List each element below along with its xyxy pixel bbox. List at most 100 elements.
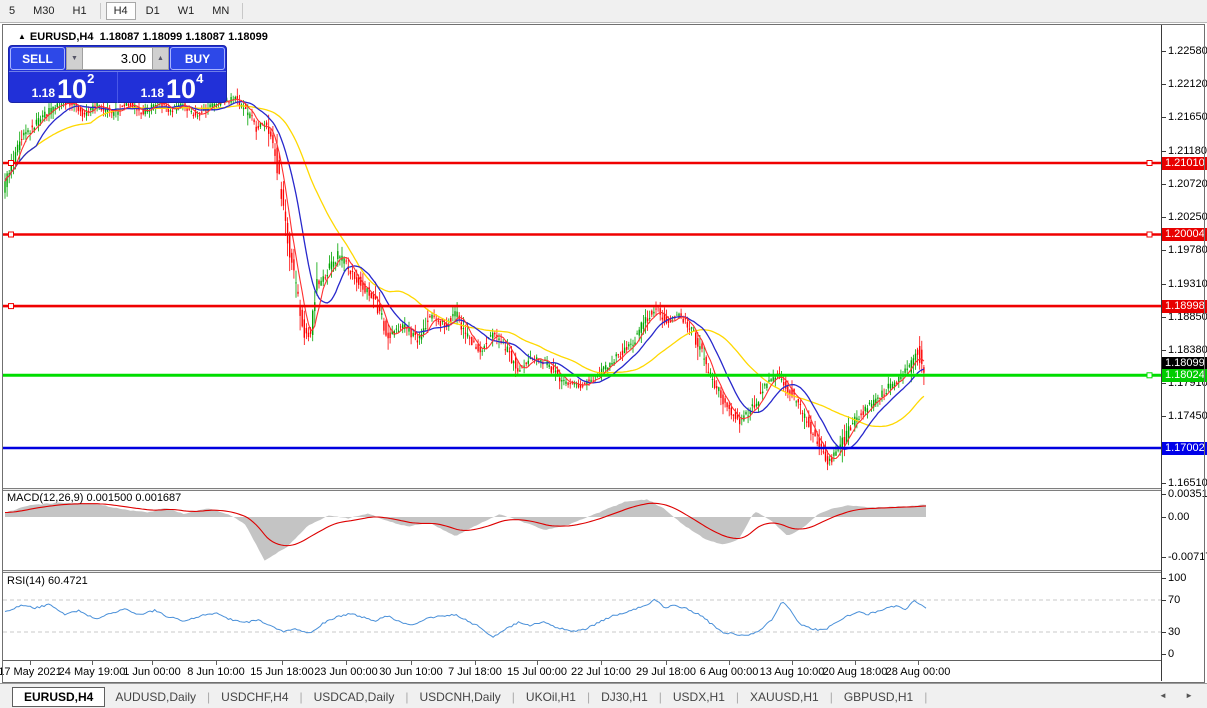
rsi-axis-tick <box>1162 600 1166 601</box>
tab-separator: | <box>829 689 833 704</box>
chart-tab-dj30[interactable]: DJ30,H1 <box>591 687 658 707</box>
chart-tab-usdcnh[interactable]: USDCNH,Daily <box>409 687 510 707</box>
ma-line-16 <box>4 100 925 450</box>
price-axis-tick <box>1162 151 1166 152</box>
price-axis-value: 1.22120 <box>1168 78 1207 90</box>
price-axis-tick <box>1162 217 1166 218</box>
tab-separator: | <box>735 689 740 704</box>
bid-price-big: 10 <box>57 74 88 104</box>
timeframe-button-mn[interactable]: MN <box>204 2 237 20</box>
time-axis-tick <box>152 661 153 665</box>
buy-button[interactable]: BUY <box>170 47 225 70</box>
trade-panel-price-row: 1.18 10 2 1.18 10 4 <box>9 72 226 103</box>
tab-separator: | <box>586 689 591 704</box>
spinner-up-icon: ▲ <box>157 55 164 62</box>
timeframe-button-d1[interactable]: D1 <box>138 2 168 20</box>
chart-tab-usdchf[interactable]: USDCHF,H4 <box>211 687 298 707</box>
volume-input[interactable]: 3.00 <box>83 47 152 70</box>
price-axis-value: 1.19310 <box>1168 278 1207 290</box>
timeframe-button-5[interactable]: 5 <box>1 2 23 20</box>
timeframe-button-h1[interactable]: H1 <box>65 2 95 20</box>
timeframe-button-h4[interactable]: H4 <box>105 2 136 20</box>
time-axis-tick <box>792 661 793 665</box>
tab-scroll-arrows[interactable]: ◄ ► <box>1159 691 1201 700</box>
price-axis-tick <box>1162 51 1166 52</box>
toolbar-separator <box>242 3 244 19</box>
tab-separator: | <box>511 689 515 704</box>
price-axis-tick <box>1162 416 1166 417</box>
rsi-axis-value: 100 <box>1168 572 1187 584</box>
bid-price-display[interactable]: 1.18 10 2 <box>9 72 118 103</box>
ask-price-display[interactable]: 1.18 10 4 <box>118 72 226 103</box>
timeframe-toolbar: 5 M30 H1 H4 D1 W1 MN <box>0 0 1207 23</box>
time-axis-label: 6 Aug 00:00 <box>699 666 759 678</box>
volume-control: ▼ 3.00 ▲ <box>66 47 169 70</box>
chart-tab-usdx[interactable]: USDX,H1 <box>663 687 735 707</box>
ask-price-sup: 4 <box>196 71 204 86</box>
panel-divider[interactable] <box>3 488 1204 491</box>
time-axis-label: 20 Aug 18:00 <box>822 666 888 678</box>
price-axis-value: 1.22580 <box>1168 45 1207 57</box>
macd-axis-tick <box>1162 557 1166 558</box>
volume-decrease-button[interactable]: ▼ <box>66 47 83 70</box>
sell-button[interactable]: SELL <box>10 47 65 70</box>
hline-marker[interactable] <box>1146 160 1153 166</box>
hline-marker[interactable] <box>1146 372 1153 379</box>
chart-tab-ukoil[interactable]: UKOil,H1 <box>516 687 586 707</box>
ask-price-prefix: 1.18 <box>140 86 165 100</box>
timeframe-button-m30[interactable]: M30 <box>25 2 62 20</box>
price-level-label: 1.20004 <box>1162 228 1207 241</box>
hline-marker[interactable] <box>1146 231 1153 238</box>
timeframe-button-w1[interactable]: W1 <box>170 2 203 20</box>
bid-price-sup: 2 <box>87 71 95 86</box>
hline-marker[interactable] <box>8 303 14 310</box>
chart-tabbar: EURUSD,H4 AUDUSD,Daily | USDCHF,H4 | USDCAD,D… <box>0 683 1207 708</box>
rsi-axis-value: 0 <box>1168 648 1175 660</box>
candles <box>4 88 925 471</box>
one-click-trade-panel: SELL ▼ 3.00 ▲ BUY 1.18 10 2 1.18 10 4 <box>8 45 227 103</box>
chart-tab-xauusd[interactable]: XAUUSD,H1 <box>740 687 829 707</box>
tab-separator: | <box>658 689 662 704</box>
rsi-axis-tick <box>1162 578 1166 579</box>
time-axis-tick <box>729 661 730 665</box>
rsi-label: RSI(14) 60.4721 <box>7 575 88 587</box>
chart-tab-eurusd[interactable]: EURUSD,H4 <box>12 686 106 707</box>
chart-tab-gbpusd[interactable]: GBPUSD,H1 <box>834 687 923 707</box>
time-axis-tick <box>346 661 347 665</box>
collapse-triangle-icon[interactable]: ▲ <box>18 32 26 41</box>
hline-marker[interactable] <box>8 231 14 238</box>
chart-tab-audusd[interactable]: AUDUSD,Daily <box>105 687 206 707</box>
panel-divider[interactable] <box>3 570 1204 573</box>
macd-axis-value: 0.003515 <box>1168 488 1207 500</box>
hline-marker[interactable] <box>8 160 14 166</box>
time-axis-label: 8 Jun 10:00 <box>187 666 245 678</box>
mt4-window: 5 M30 H1 H4 D1 W1 MN ▲ EURUSD,H4 1.18087 1.1809… <box>0 0 1207 708</box>
price-axis-tick <box>1162 383 1166 384</box>
chart-ohlc-values: 1.18087 1.18099 1.18087 1.18099 <box>99 31 268 43</box>
time-axis-label: 30 Jun 10:00 <box>379 666 443 678</box>
rsi-axis-tick <box>1162 632 1166 633</box>
price-axis-value: 1.20720 <box>1168 178 1207 190</box>
volume-increase-button[interactable]: ▲ <box>152 47 169 70</box>
chart-tab-usdcad[interactable]: USDCAD,Daily <box>304 687 405 707</box>
time-axis-label: 15 Jun 18:00 <box>250 666 314 678</box>
time-axis-label: 7 Jul 18:00 <box>448 666 502 678</box>
time-axis-tick <box>411 661 412 665</box>
tab-separator: | <box>924 689 928 704</box>
macd-axis-value: 0.00 <box>1168 511 1190 523</box>
time-axis-tick <box>216 661 217 665</box>
price-level-label: 1.17002 <box>1162 442 1207 455</box>
time-axis-label: 23 Jun 00:00 <box>314 666 378 678</box>
rsi-axis-value: 30 <box>1168 626 1181 638</box>
price-axis-tick <box>1162 317 1166 318</box>
macd-axis-tick <box>1162 494 1166 495</box>
chart-title: ▲ EURUSD,H4 1.18087 1.18099 1.18087 1.180… <box>18 31 268 43</box>
rsi-chart-svg[interactable] <box>3 573 1161 660</box>
tab-separator: | <box>207 689 211 704</box>
ask-price-big: 10 <box>166 74 197 104</box>
price-level-label: 1.18024 <box>1162 369 1207 382</box>
time-axis-tick <box>92 661 93 665</box>
tab-separator: | <box>299 689 303 704</box>
time-axis[interactable]: 17 May 2021 24 May 19:00 1 Jun 00:00 8 Jun … <box>0 660 1161 683</box>
time-axis-label: 22 Jul 10:00 <box>571 666 631 678</box>
